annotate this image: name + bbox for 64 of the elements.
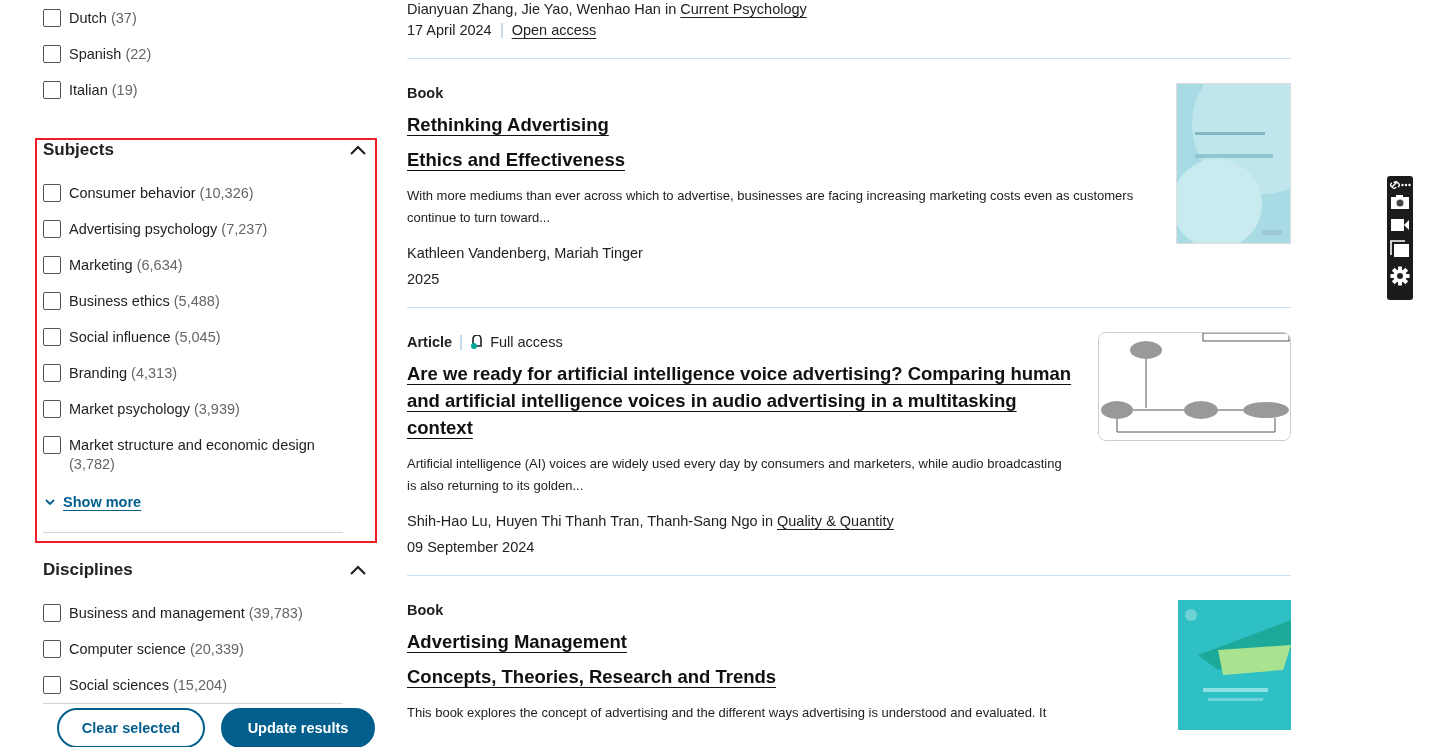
checkbox[interactable] xyxy=(43,400,61,418)
update-results-button[interactable]: Update results xyxy=(221,708,375,747)
filter-option-label[interactable]: Italian (19) xyxy=(69,72,138,100)
publication-date: 09 September 2024 xyxy=(407,538,536,557)
checkbox[interactable] xyxy=(43,328,61,346)
journal-link[interactable]: Current Psychology xyxy=(680,1,807,17)
filter-option-label[interactable]: Computer science (20,339) xyxy=(69,631,244,659)
publication-date: 2025 xyxy=(407,270,441,289)
checkbox[interactable] xyxy=(43,292,61,310)
filter-option-label[interactable]: Spanish (22) xyxy=(69,36,152,64)
show-more-link[interactable]: Show more xyxy=(45,494,142,510)
access-label: Full access xyxy=(490,334,563,350)
filter-option-label[interactable]: Social influence (5,045) xyxy=(69,319,221,347)
filter-option-label[interactable]: Social sciences (15,204) xyxy=(69,667,227,695)
filter-option-label[interactable]: Business ethics (5,488) xyxy=(69,283,220,311)
filter-option-label[interactable]: Branding (4,313) xyxy=(69,355,178,383)
checkbox[interactable] xyxy=(43,9,61,27)
filter-option-label[interactable]: Market structure and economic design (3,782) xyxy=(69,427,334,474)
filter-option-label[interactable]: Market psychology (3,939) xyxy=(69,391,240,419)
result-snippet: Artificial intelligence (AI) voices are widely used every day by consumers and marketers, while audio broadcasting is also returning to its golden... xyxy=(407,455,1063,495)
checkbox[interactable] xyxy=(43,676,61,694)
link-icon[interactable] xyxy=(1390,180,1402,190)
access-link[interactable]: Open access xyxy=(511,22,597,38)
filter-option-label[interactable]: Consumer behavior (10,326) xyxy=(69,175,254,203)
result-subtitle-link[interactable]: Ethics and Effectiveness xyxy=(407,146,625,173)
journal-link[interactable]: Quality & Quantity xyxy=(777,513,894,529)
filter-option-label[interactable]: Business and management (39,783) xyxy=(69,595,303,623)
checkbox[interactable] xyxy=(43,184,61,202)
checkbox[interactable] xyxy=(43,81,61,99)
filter-heading: Subjects xyxy=(43,140,114,160)
result-snippet: This book explores the concept of advertising and the different ways advertising is understood and evaluated. It xyxy=(407,704,1048,722)
filter-heading: Disciplines xyxy=(43,560,133,580)
clear-selected-button[interactable]: Clear selected xyxy=(57,708,205,747)
settings-icon[interactable] xyxy=(1390,266,1410,286)
result-title-link[interactable]: Advertising Management xyxy=(407,628,627,655)
checkbox[interactable] xyxy=(43,364,61,382)
checkbox[interactable] xyxy=(43,256,61,274)
camera-icon[interactable] xyxy=(1390,194,1410,210)
checkbox[interactable] xyxy=(43,220,61,238)
copy-icon[interactable] xyxy=(1390,240,1410,258)
filter-option-label[interactable]: Marketing (6,634) xyxy=(69,247,183,275)
checkbox[interactable] xyxy=(43,45,61,63)
content-type: Book xyxy=(407,85,444,101)
author-line: Dianyuan Zhang, Jie Yao, Wenhao Han in Current Psychology xyxy=(407,0,808,18)
result-title-link[interactable]: Rethinking Advertising xyxy=(407,111,609,138)
content-type: Book xyxy=(407,602,444,618)
publication-date: 17 April 2024 xyxy=(407,21,492,40)
author-line: Kathleen Vandenberg, Mariah Tinger xyxy=(407,244,644,263)
result-title-link[interactable]: Are we ready for artificial intelligence voice advertising? Comparing human and artificial intelligence voices in audio advertising in a multitasking context xyxy=(407,360,1074,441)
chevron-up-icon[interactable] xyxy=(349,143,367,157)
unlocked-icon xyxy=(470,334,485,350)
checkbox[interactable] xyxy=(43,640,61,658)
chevron-up-icon[interactable] xyxy=(349,563,367,577)
author-line: Shih-Hao Lu, Huyen Thi Thanh Tran, Thanh-Sang Ngo in Quality & Quantity xyxy=(407,512,895,531)
filter-option-label[interactable]: Advertising psychology (7,237) xyxy=(69,211,268,239)
content-type: Article xyxy=(407,334,453,350)
result-snippet: With more mediums than ever across which to advertise, businesses are facing increasing marketing costs even as customers continue to turn toward... xyxy=(407,187,1135,227)
chevron-down-icon xyxy=(45,498,55,506)
checkbox[interactable] xyxy=(43,436,61,454)
more-icon[interactable] xyxy=(1401,183,1411,187)
result-subtitle-link[interactable]: Concepts, Theories, Research and Trends xyxy=(407,663,777,690)
checkbox[interactable] xyxy=(43,604,61,622)
filter-option-label[interactable]: Dutch (37) xyxy=(69,0,137,28)
video-camera-icon[interactable] xyxy=(1390,218,1410,232)
